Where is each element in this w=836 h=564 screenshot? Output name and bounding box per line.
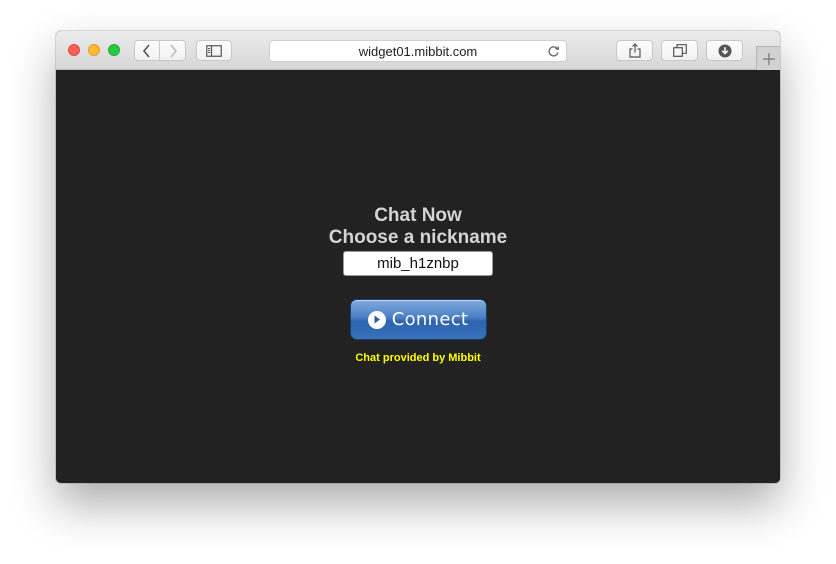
url-text: widget01.mibbit.com bbox=[358, 44, 478, 59]
share-button[interactable] bbox=[616, 40, 653, 61]
chevron-left-icon bbox=[142, 43, 150, 58]
minimize-window-button[interactable] bbox=[88, 44, 100, 56]
close-window-button[interactable] bbox=[68, 44, 80, 56]
chat-widget: Chat Now Choose a nickname Connect Chat … bbox=[56, 205, 780, 364]
page-content: Chat Now Choose a nickname Connect Chat … bbox=[56, 70, 780, 483]
downloads-button[interactable] bbox=[706, 40, 743, 61]
address-bar[interactable]: widget01.mibbit.com bbox=[269, 40, 567, 62]
connect-button-label: Connect bbox=[391, 309, 469, 330]
reload-icon[interactable] bbox=[547, 44, 560, 58]
new-tab-button[interactable] bbox=[756, 46, 780, 70]
tabs-overview-icon bbox=[672, 44, 687, 57]
provided-by-link[interactable]: Chat provided by Mibbit bbox=[56, 352, 780, 364]
share-icon bbox=[628, 43, 641, 58]
plus-icon bbox=[762, 52, 775, 65]
sidebar-button[interactable] bbox=[196, 40, 232, 61]
play-icon bbox=[367, 310, 386, 329]
fullscreen-window-button[interactable] bbox=[108, 44, 120, 56]
back-button[interactable] bbox=[134, 40, 160, 61]
chevron-right-icon bbox=[169, 43, 177, 58]
browser-toolbar: widget01.mibbit.com bbox=[56, 31, 780, 70]
nickname-prompt: Choose a nickname bbox=[328, 227, 508, 248]
browser-window: widget01.mibbit.com Chat Now Choose a ni… bbox=[56, 31, 780, 483]
tabs-overview-button[interactable] bbox=[661, 40, 698, 61]
sidebar-icon bbox=[206, 44, 222, 57]
download-icon bbox=[718, 44, 731, 57]
forward-button[interactable] bbox=[160, 40, 186, 61]
connect-button[interactable]: Connect bbox=[349, 299, 487, 340]
widget-title: Chat Now bbox=[374, 205, 462, 226]
nickname-input[interactable] bbox=[343, 251, 493, 276]
